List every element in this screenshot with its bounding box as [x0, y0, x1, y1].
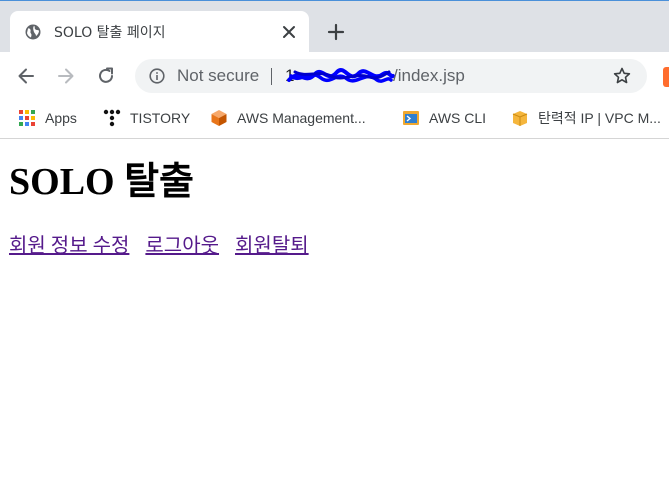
- tistory-icon: [103, 109, 121, 127]
- bookmark-tistory[interactable]: TISTORY: [103, 107, 190, 129]
- globe-icon: [25, 24, 41, 40]
- apps-grid-icon: [19, 110, 35, 126]
- bookmark-label: TISTORY: [130, 110, 191, 126]
- bookmark-aws-management[interactable]: AWS Management...: [210, 107, 366, 129]
- tab-strip: SOLO 탈출 페이지: [0, 1, 669, 52]
- back-arrow-icon[interactable]: [16, 66, 36, 86]
- bookmarks-bar: Apps TISTORY AWS Management... AWS CLI 탄…: [0, 100, 669, 139]
- address-bar[interactable]: Not secure 1 /index.jsp: [135, 59, 647, 93]
- extension-icon[interactable]: [663, 67, 669, 87]
- address-separator: [271, 68, 272, 85]
- bookmark-star-icon[interactable]: [613, 67, 631, 85]
- bookmark-elastic-ip[interactable]: 탄력적 IP | VPC M...: [511, 107, 661, 129]
- aws-cube-icon: [211, 110, 227, 126]
- redaction-scribble: [287, 68, 395, 83]
- bookmark-aws-cli[interactable]: AWS CLI: [402, 107, 486, 129]
- bookmark-apps[interactable]: Apps: [18, 107, 77, 129]
- bookmark-label: AWS CLI: [429, 110, 487, 126]
- page-content: SOLO 탈출 회원 정보 수정 로그아웃 회원탈퇴: [9, 160, 659, 258]
- browser-toolbar: Not secure 1 /index.jsp: [0, 52, 669, 100]
- browser-tab[interactable]: SOLO 탈출 페이지: [10, 11, 309, 52]
- bookmark-label: AWS Management...: [237, 110, 366, 126]
- aws-package-icon: [512, 111, 528, 126]
- reload-icon[interactable]: [96, 66, 116, 86]
- withdraw-membership-link[interactable]: 회원탈퇴: [235, 235, 309, 257]
- page-title: SOLO 탈출: [9, 161, 195, 203]
- tab-title: SOLO 탈출 페이지: [54, 25, 166, 41]
- forward-arrow-icon[interactable]: [56, 66, 76, 86]
- url-path: /index.jsp: [393, 66, 465, 85]
- close-icon[interactable]: [282, 25, 296, 39]
- bookmark-label: 탄력적 IP | VPC M...: [538, 110, 661, 126]
- new-tab-plus-icon[interactable]: [327, 23, 345, 41]
- aws-cli-icon: [403, 111, 419, 125]
- logout-link[interactable]: 로그아웃: [145, 235, 219, 257]
- bookmark-label: Apps: [45, 110, 77, 126]
- info-icon[interactable]: [149, 68, 165, 84]
- security-label: Not secure: [177, 66, 260, 85]
- action-links: 회원 정보 수정 로그아웃 회원탈퇴: [9, 229, 659, 258]
- edit-member-info-link[interactable]: 회원 정보 수정: [9, 235, 129, 257]
